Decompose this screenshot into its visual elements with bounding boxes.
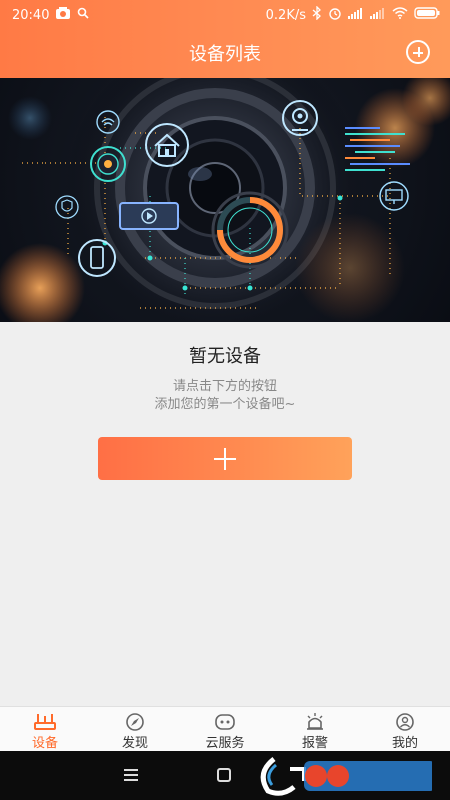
tab-profile[interactable]: 我的 [360,707,450,752]
battery-icon [414,7,440,23]
tab-label-devices: 设备 [31,736,58,751]
status-bar: 20:40 0.2K/s [0,0,450,28]
tab-devices[interactable]: 设备 [0,707,90,752]
video-node-icon [119,202,179,230]
home-square-icon[interactable] [217,768,231,782]
user-icon [396,713,414,731]
monitor-node-icon [379,181,409,211]
page-title: 设备列表 [189,44,261,65]
tab-label-cloud-service: 云服务 [205,736,245,751]
tab-label-alarm: 报警 [301,736,328,751]
search-icon [77,7,90,23]
watermark-logo [260,757,432,796]
plus-icon [214,447,236,470]
network-speed: 0.2K/s [265,7,306,23]
alarm-siren-icon [307,713,323,730]
signal-icon [370,7,386,23]
tab-alarm[interactable]: 报警 [270,707,360,752]
banner-image [0,78,450,322]
menu-icon[interactable] [124,769,138,781]
signal-icon [348,7,364,23]
add-device-button[interactable] [98,437,352,480]
cloud-service-icon [215,714,235,730]
iot-camera-illustration [0,78,450,322]
hint-line-1: 请点击下方的按钮 [172,379,277,394]
tab-label-profile: 我的 [391,736,418,751]
empty-state-hint: 请点击下方的按钮 添加您的第一个设备吧~ [0,378,450,414]
tab-label-discover: 发现 [121,736,148,751]
alarm-icon [328,6,342,24]
compass-icon [126,713,144,731]
router-icon [34,714,56,730]
camera-app-icon [55,6,71,24]
add-device-icon[interactable] [406,40,430,64]
empty-state-title: 暂无设备 [189,346,261,367]
status-time: 20:40 [12,7,50,23]
hint-line-2: 添加您的第一个设备吧~ [154,397,296,412]
tab-discover[interactable]: 发现 [90,707,180,752]
wifi-icon [392,7,408,23]
tab-cloud-service[interactable]: 云服务 [180,707,270,752]
bluetooth-icon [312,5,322,24]
bottom-tab-bar: 设备 发现 云服务 报警 我的 [0,706,450,752]
app-header: 20:40 0.2K/s 设备列表 [0,0,450,78]
